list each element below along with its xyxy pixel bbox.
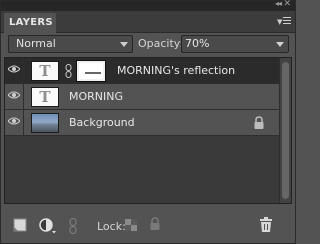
eye-icon — [8, 65, 20, 73]
blend-mode-value: Normal — [16, 37, 56, 50]
layer-row[interactable]: Background — [5, 110, 280, 136]
layer-thumbnail: T — [31, 61, 59, 81]
blend-mode-select[interactable]: Normal — [8, 35, 133, 53]
layer-mask-thumbnail[interactable] — [76, 60, 106, 82]
link-layers-icon[interactable] — [69, 218, 77, 234]
collapse-icon[interactable]: ◂◂ — [275, 0, 282, 8]
layer-name[interactable]: Background — [69, 110, 135, 135]
chevron-down-icon[interactable] — [276, 42, 284, 47]
scrollbar-thumb[interactable] — [282, 62, 289, 199]
layer-row[interactable]: T MORNING — [5, 84, 280, 110]
lock-label: Lock: — [97, 220, 126, 233]
lock-transparency-icon[interactable] — [125, 219, 137, 231]
panel-menu-icon[interactable]: ▼ — [277, 15, 291, 28]
panel-tab-bar: LAYERS ▼ — [1, 11, 295, 33]
layer-thumbnail: T — [31, 87, 59, 107]
layers-list: T MORNING's reflection T MORNING Backgro… — [4, 57, 292, 204]
new-layer-icon[interactable] — [13, 218, 27, 232]
layers-panel: ◂◂ ✕ LAYERS ▼ Normal Opacity: 70% T MORN… — [0, 0, 296, 244]
panel-collapse-strip: ◂◂ ✕ — [1, 0, 295, 11]
layers-scrollbar[interactable] — [279, 58, 291, 203]
delete-layer-icon[interactable] — [259, 217, 273, 232]
layer-name[interactable]: MORNING — [69, 84, 123, 109]
tab-layers[interactable]: LAYERS — [4, 13, 56, 33]
opacity-value: 70% — [185, 37, 210, 50]
lock-icon — [254, 116, 264, 129]
layer-row[interactable]: T MORNING's reflection — [5, 58, 280, 84]
layer-name[interactable]: MORNING's reflection — [117, 58, 235, 83]
eye-icon — [8, 117, 20, 125]
visibility-toggle[interactable] — [5, 58, 24, 83]
eye-icon — [8, 91, 20, 99]
opacity-label: Opacity: — [138, 37, 184, 50]
layer-thumbnail — [31, 113, 59, 133]
mask-link-icon[interactable] — [65, 64, 72, 78]
visibility-toggle[interactable] — [5, 84, 24, 109]
visibility-toggle[interactable] — [5, 110, 24, 135]
chevron-down-icon — [120, 42, 128, 47]
close-icon[interactable]: ✕ — [283, 0, 291, 9]
layers-toolbar: Lock: — [1, 206, 295, 243]
adjustment-layer-icon[interactable] — [39, 218, 57, 234]
lock-all-icon[interactable] — [148, 217, 162, 231]
opacity-field[interactable]: 70% — [181, 35, 289, 53]
